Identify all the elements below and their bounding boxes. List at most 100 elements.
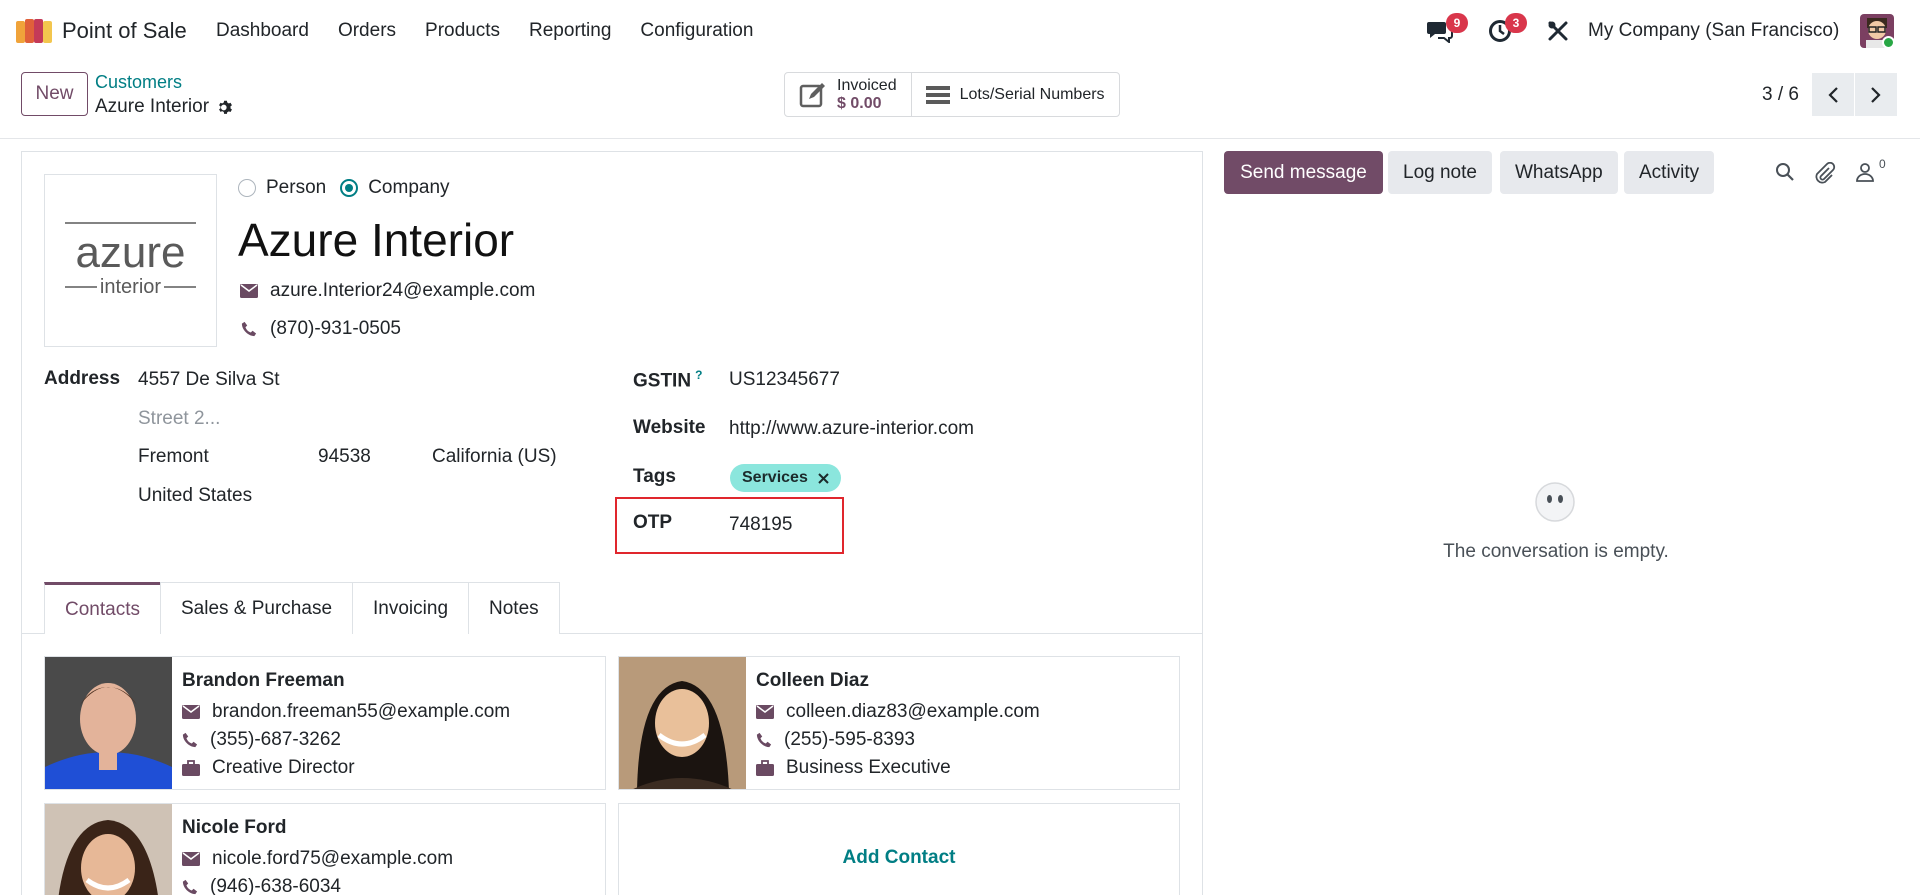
send-message-button[interactable]: Send message (1224, 151, 1383, 194)
phone-icon (756, 732, 772, 748)
invoiced-smart-button[interactable]: Invoiced $ 0.00 (785, 73, 911, 116)
pager-value[interactable]: 3 / 6 (1762, 84, 1799, 106)
add-contact-button[interactable]: Add Contact (618, 803, 1180, 895)
contact-phone-row: (255)-595-8393 (756, 729, 915, 751)
tab-sales-purchase[interactable]: Sales & Purchase (159, 582, 354, 634)
company-switcher[interactable]: My Company (San Francisco) (1588, 20, 1839, 42)
menu-orders[interactable]: Orders (338, 20, 396, 42)
online-status-dot (1882, 36, 1895, 49)
lots-label: Lots/Serial Numbers (959, 85, 1105, 103)
empty-conversation-text: The conversation is empty. (1443, 541, 1669, 562)
tab-contacts[interactable]: Contacts (44, 582, 161, 634)
partner-logo[interactable]: azure interior (44, 174, 217, 347)
svg-text:azure: azure (75, 228, 185, 277)
messages-badge: 9 (1446, 13, 1468, 33)
radio-person-label[interactable]: Person (266, 177, 326, 199)
top-navbar: Point of Sale Dashboard Orders Products … (0, 0, 1920, 61)
gear-icon[interactable] (217, 99, 234, 116)
contact-card[interactable]: Nicole Ford nicole.ford75@example.com (9… (44, 803, 606, 895)
street2-field[interactable]: Street 2... (138, 408, 220, 430)
contact-photo (619, 657, 746, 789)
menu-reporting[interactable]: Reporting (529, 20, 611, 42)
empty-conversation-face-icon (1535, 482, 1575, 522)
contact-card[interactable]: Colleen Diaz colleen.diaz83@example.com … (618, 656, 1180, 790)
phone-row: (870)-931-0505 (240, 318, 401, 340)
tags-label: Tags (633, 466, 676, 487)
street-field[interactable]: 4557 De Silva St (138, 369, 280, 391)
edit-invoice-icon (799, 82, 825, 107)
list-bars-icon (925, 85, 950, 104)
notebook-tabs: Contacts Sales & Purchase Invoicing Note… (44, 582, 560, 634)
briefcase-icon (756, 760, 774, 776)
breadcrumb-customers[interactable]: Customers (95, 72, 182, 93)
chevron-left-icon (1828, 86, 1838, 103)
envelope-icon (182, 852, 200, 866)
country-field[interactable]: United States (138, 485, 252, 507)
phone-field[interactable]: (870)-931-0505 (270, 318, 401, 340)
contact-phone: (255)-595-8393 (784, 729, 915, 750)
contact-function: Creative Director (212, 757, 355, 778)
contact-function-row: Business Executive (756, 757, 951, 779)
record-title: Azure Interior (95, 96, 210, 117)
contact-email-row: colleen.diaz83@example.com (756, 701, 1040, 723)
radio-person[interactable] (238, 179, 256, 197)
envelope-icon (240, 284, 258, 298)
radio-company[interactable] (340, 179, 359, 197)
breadcrumb-current: Azure Interior (95, 96, 234, 118)
activities-badge: 3 (1505, 13, 1527, 33)
search-icon[interactable] (1775, 162, 1795, 182)
tab-invoicing[interactable]: Invoicing (352, 582, 470, 634)
paperclip-icon[interactable] (1814, 162, 1836, 184)
log-note-button[interactable]: Log note (1388, 151, 1492, 194)
contact-function-row: Creative Director (182, 757, 355, 779)
followers-icon[interactable] (1856, 162, 1874, 182)
lots-smart-button[interactable]: Lots/Serial Numbers (910, 73, 1119, 116)
menu-dashboard[interactable]: Dashboard (216, 20, 309, 42)
menu-configuration[interactable]: Configuration (640, 20, 753, 42)
contact-phone: (946)-638-6034 (210, 876, 341, 895)
city-field[interactable]: Fremont (138, 446, 209, 468)
partner-name-field[interactable]: Azure Interior (238, 213, 514, 267)
contact-function: Business Executive (786, 757, 951, 778)
pager-next-button[interactable] (1855, 73, 1897, 116)
tag-services[interactable]: Services (730, 464, 841, 492)
gstin-help-icon[interactable]: ? (695, 368, 702, 382)
whatsapp-button[interactable]: WhatsApp (1500, 151, 1618, 194)
state-field[interactable]: California (US) (432, 446, 557, 468)
contact-email-row: nicole.ford75@example.com (182, 848, 453, 870)
contact-photo (45, 657, 172, 789)
briefcase-icon (182, 760, 200, 776)
invoiced-label: Invoiced (837, 76, 897, 94)
radio-company-label[interactable]: Company (368, 177, 449, 199)
envelope-icon (756, 705, 774, 719)
website-label: Website (633, 417, 706, 438)
contact-phone-row: (946)-638-6034 (182, 876, 341, 895)
activity-button[interactable]: Activity (1624, 151, 1715, 194)
contact-phone-row: (355)-687-3262 (182, 729, 341, 751)
contact-card[interactable]: Brandon Freeman brandon.freeman55@exampl… (44, 656, 606, 790)
pager-previous-button[interactable] (1812, 73, 1854, 116)
debug-tools-icon[interactable] (1547, 20, 1569, 42)
new-button[interactable]: New (21, 72, 88, 116)
header-divider (0, 138, 1920, 139)
email-row: azure.Interior24@example.com (240, 280, 535, 302)
contact-name: Nicole Ford (182, 817, 287, 838)
invoiced-value: $ 0.00 (837, 94, 882, 112)
website-field[interactable]: http://www.azure-interior.com (729, 418, 974, 440)
tab-notes[interactable]: Notes (468, 582, 560, 634)
close-icon[interactable] (818, 472, 829, 484)
contact-name: Colleen Diaz (756, 670, 869, 691)
email-field[interactable]: azure.Interior24@example.com (270, 280, 535, 302)
contact-email: nicole.ford75@example.com (212, 848, 454, 869)
otp-field[interactable]: 748195 (729, 514, 792, 536)
zip-field[interactable]: 94538 (318, 446, 371, 468)
smart-buttons: Invoiced $ 0.00 Lots/Serial Numbers (784, 72, 1120, 117)
menu-products[interactable]: Products (425, 20, 500, 42)
contact-phone: (355)-687-3262 (210, 729, 341, 750)
gstin-field[interactable]: US12345677 (729, 369, 840, 391)
phone-icon (182, 879, 198, 895)
contact-email-row: brandon.freeman55@example.com (182, 701, 510, 723)
pos-app-icon[interactable] (16, 17, 52, 43)
phone-icon (241, 321, 257, 337)
app-name[interactable]: Point of Sale (62, 18, 187, 44)
